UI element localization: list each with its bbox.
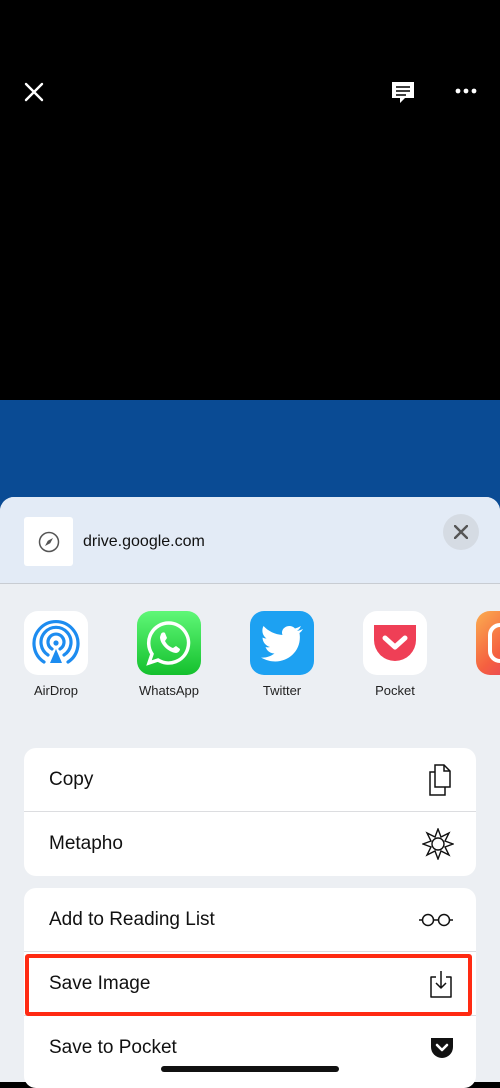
image-preview — [0, 400, 500, 510]
copy-icon — [429, 763, 451, 796]
glasses-icon — [419, 913, 453, 926]
comment-icon[interactable] — [390, 80, 416, 106]
app-row: AirDrop WhatsApp Twitter Pocket Ins — [0, 611, 500, 721]
app-twitter[interactable]: Twitter — [243, 611, 321, 698]
whatsapp-icon — [146, 621, 191, 666]
action-copy[interactable]: Copy — [24, 748, 476, 812]
app-pocket[interactable]: Pocket — [356, 611, 434, 698]
app-airdrop[interactable]: AirDrop — [17, 611, 95, 698]
twitter-icon — [261, 626, 303, 662]
home-indicator[interactable] — [161, 1066, 339, 1072]
pocket-icon — [374, 625, 416, 661]
app-whatsapp[interactable]: WhatsApp — [130, 611, 208, 698]
actions-group-1: Copy Metapho — [24, 748, 476, 876]
airdrop-icon — [32, 620, 80, 664]
close-share-button[interactable] — [443, 514, 479, 550]
app-instagram[interactable]: Ins — [469, 611, 500, 698]
image-viewer-background — [0, 0, 500, 400]
close-icon — [454, 525, 468, 539]
share-header: drive.google.com — [0, 497, 500, 584]
site-thumbnail — [24, 517, 73, 566]
save-image-highlight — [25, 954, 472, 1016]
action-add-to-reading-list[interactable]: Add to Reading List — [24, 888, 476, 952]
pocket-icon — [431, 1038, 453, 1058]
share-url: drive.google.com — [83, 533, 205, 550]
more-icon[interactable] — [455, 88, 477, 94]
metapho-icon — [422, 828, 454, 860]
action-metapho[interactable]: Metapho — [24, 812, 476, 876]
compass-icon — [38, 531, 59, 552]
instagram-icon — [476, 611, 500, 675]
close-icon[interactable] — [24, 82, 44, 102]
